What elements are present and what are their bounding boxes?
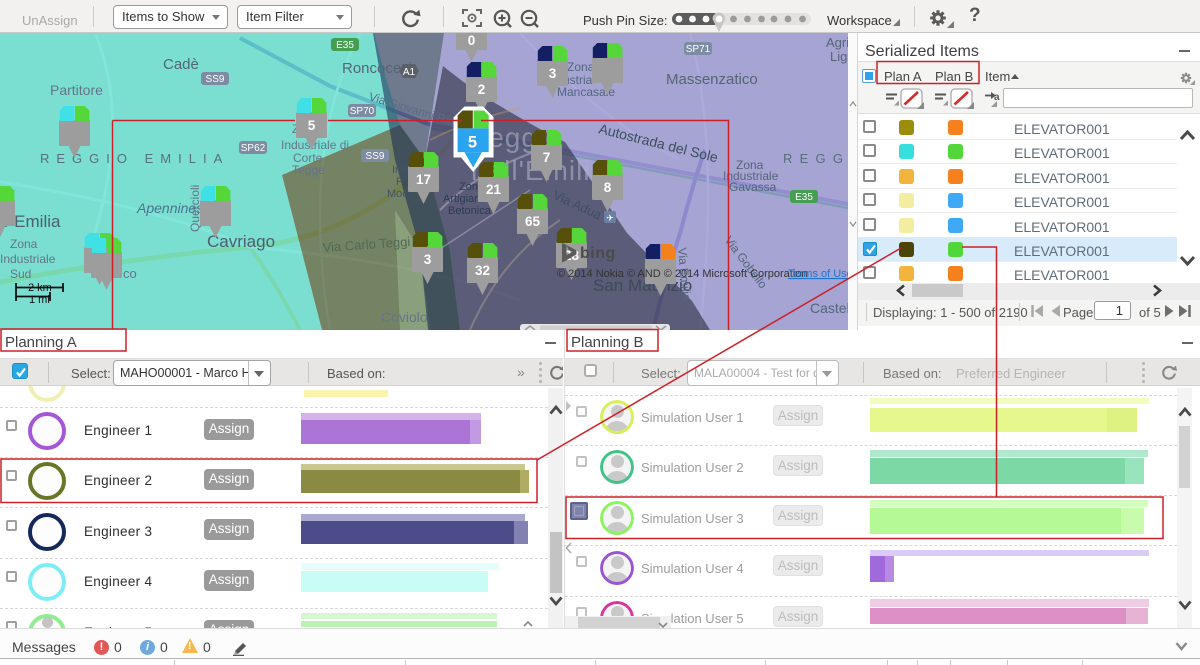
svg-text:Gavassa: Gavassa — [729, 180, 777, 194]
svg-text:32: 32 — [475, 263, 490, 278]
svg-text:Quercioli: Quercioli — [188, 185, 202, 232]
svg-text:co: co — [123, 266, 137, 281]
svg-text:Zona: Zona — [567, 60, 595, 74]
svg-text:Coviolo: Coviolo — [381, 309, 428, 325]
svg-text:Moc: Moc — [387, 188, 408, 200]
svg-text:© 2014 Nokia © AND © 2014 Micr: © 2014 Nokia © AND © 2014 Microsoft Corp… — [557, 268, 808, 280]
svg-text:Ligab: Ligab — [830, 49, 848, 64]
svg-text:Cavriago: Cavriago — [207, 232, 275, 251]
svg-text:Zona: Zona — [10, 237, 38, 251]
svg-text:21: 21 — [486, 182, 502, 197]
svg-text:3: 3 — [549, 66, 557, 81]
svg-text:Castellaz: Castellaz — [810, 300, 848, 316]
svg-text:SP71: SP71 — [686, 44, 711, 55]
svg-text:✈: ✈ — [606, 213, 614, 223]
svg-text:2 km: 2 km — [28, 282, 52, 294]
svg-text:65: 65 — [525, 214, 541, 229]
svg-text:5: 5 — [468, 134, 477, 152]
svg-text:17: 17 — [416, 172, 431, 187]
svg-text:7: 7 — [543, 150, 551, 165]
svg-text:E35: E35 — [795, 192, 813, 203]
svg-text:REGGIO EMILIA: REGGIO EMILIA — [40, 151, 229, 166]
svg-text:Industriale: Industriale — [0, 252, 56, 266]
svg-text:5: 5 — [308, 118, 316, 133]
svg-text:Terms of Use: Terms of Use — [788, 268, 848, 280]
svg-text:SP70: SP70 — [350, 106, 375, 117]
svg-text:Betonica: Betonica — [448, 205, 492, 217]
svg-text:1 mi: 1 mi — [29, 294, 50, 306]
svg-text:bing: bing — [580, 245, 616, 262]
svg-text:3: 3 — [424, 252, 432, 267]
svg-text:E35: E35 — [336, 40, 354, 51]
svg-text:0: 0 — [468, 33, 476, 48]
svg-text:Partitore: Partitore — [50, 82, 103, 98]
svg-text:Agric: Agric — [826, 35, 848, 50]
svg-text:P: P — [396, 176, 403, 188]
svg-text:Sud: Sud — [10, 267, 31, 281]
svg-text:Massenzatico: Massenzatico — [666, 71, 758, 88]
svg-text:8: 8 — [604, 180, 612, 195]
svg-text:A1: A1 — [403, 67, 416, 78]
svg-text:SS9: SS9 — [366, 151, 385, 162]
svg-text:SP62: SP62 — [241, 143, 266, 154]
svg-text:SS9: SS9 — [206, 74, 225, 85]
svg-text:2: 2 — [478, 82, 486, 97]
svg-text:Tegge: Tegge — [292, 163, 325, 177]
svg-text:R E G G: R E G G — [783, 151, 843, 166]
svg-text:Ind: Ind — [392, 164, 407, 176]
svg-text:Cadè: Cadè — [163, 56, 199, 73]
